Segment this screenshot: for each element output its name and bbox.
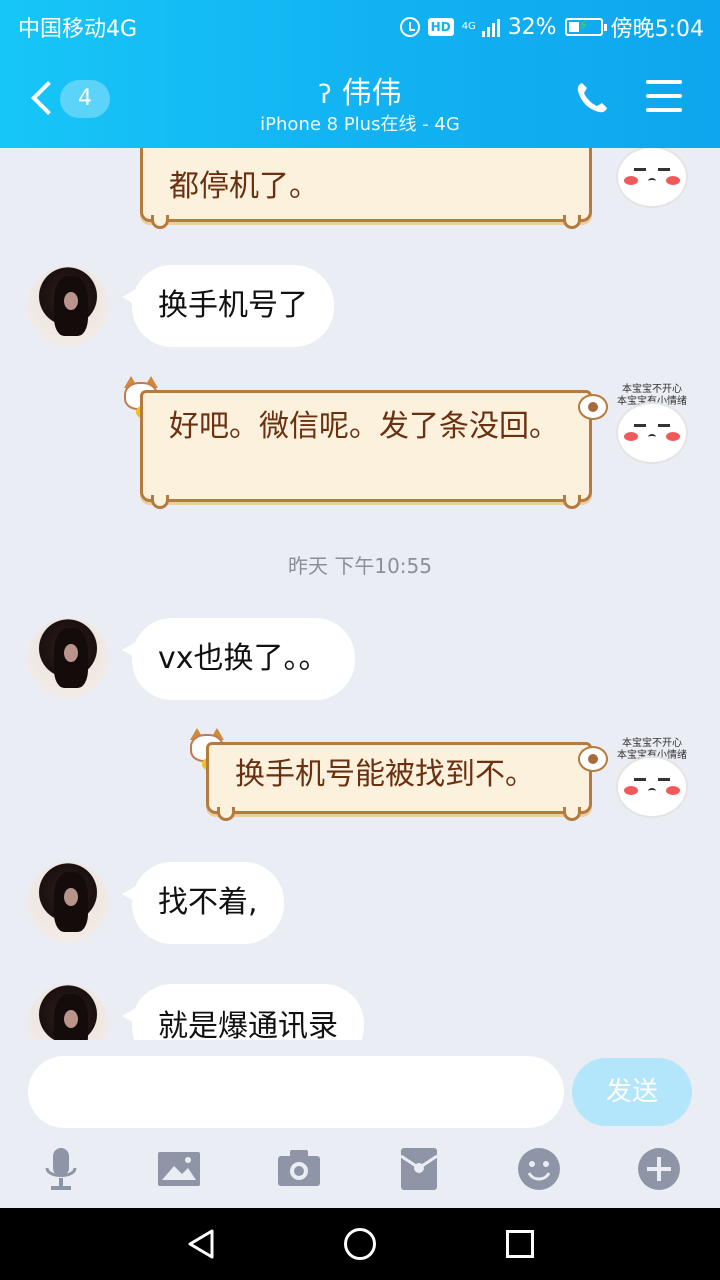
- ear-icon: ʔ: [318, 80, 332, 110]
- top-bar: 中国移动4G HD 4G 32% ⚡ 傍晚5:04 4 ʔ 伟伟 iPhone 8…: [0, 0, 720, 148]
- chat-list[interactable]: 都停机了。 换手机号了 好吧。微信呢。发了条没回。 本宝宝不开心本宝宝有小情绪 …: [0, 148, 720, 1040]
- message-text: 好吧。微信呢。发了条没回。: [169, 409, 559, 444]
- nav-back-icon[interactable]: [186, 1228, 216, 1260]
- send-button[interactable]: 发送: [572, 1058, 692, 1126]
- contact-name: 伟伟: [341, 76, 402, 111]
- signal-icon: [481, 17, 500, 37]
- hd-icon: HD: [427, 18, 454, 36]
- message-text: 换手机号能被找到不。: [235, 757, 535, 792]
- message-timestamp: 昨天 下午10:55: [288, 554, 432, 578]
- input-bar: 发送: [0, 1040, 720, 1208]
- status-bar: 中国移动4G HD 4G 32% ⚡ 傍晚5:04: [0, 0, 720, 50]
- nav-home-icon[interactable]: [344, 1228, 376, 1260]
- contact-title[interactable]: ʔ 伟伟: [0, 68, 720, 112]
- message-bubble-received[interactable]: vx也换了。。: [122, 618, 355, 700]
- clock-time: 傍晚5:04: [610, 17, 704, 42]
- status-icons: HD 4G 32% ⚡ 傍晚5:04: [399, 11, 704, 43]
- scroll-tag-icon: [578, 746, 608, 772]
- chat-header: 4 ʔ 伟伟 iPhone 8 Plus在线 - 4G: [0, 50, 720, 148]
- message-bubble-received[interactable]: 就是爆通讯录: [122, 984, 364, 1040]
- alarm-icon: [399, 17, 420, 37]
- battery-percent: 32%: [507, 14, 557, 40]
- avatar-contact[interactable]: [28, 618, 108, 698]
- camera-icon[interactable]: [276, 1146, 322, 1192]
- message-text: 就是爆通讯录: [158, 1009, 338, 1040]
- avatar-me-sticker[interactable]: [610, 148, 694, 212]
- red-packet-icon[interactable]: [396, 1146, 442, 1192]
- battery-icon: ⚡: [564, 18, 607, 36]
- plus-icon[interactable]: [636, 1146, 682, 1192]
- system-nav-bar: [0, 1208, 720, 1280]
- message-text: vx也换了。。: [158, 641, 329, 676]
- microphone-icon[interactable]: [38, 1146, 84, 1192]
- message-bubble-received[interactable]: 找不着,: [122, 862, 284, 944]
- avatar-me-sticker[interactable]: 本宝宝不开心本宝宝有小情绪: [610, 738, 694, 822]
- menu-icon[interactable]: [646, 80, 682, 114]
- network-type-icon: 4G: [461, 21, 476, 32]
- avatar-contact[interactable]: [28, 266, 108, 346]
- emoji-icon[interactable]: [516, 1146, 562, 1192]
- avatar-me-sticker[interactable]: 本宝宝不开心本宝宝有小情绪: [610, 384, 694, 468]
- scroll-tag-icon: [578, 394, 608, 420]
- message-text: 换手机号了: [158, 288, 308, 323]
- online-status: iPhone 8 Plus在线 - 4G: [260, 114, 460, 135]
- message-bubble-sent[interactable]: 换手机号能被找到不。: [206, 742, 592, 821]
- avatar-contact[interactable]: [28, 984, 108, 1040]
- avatar-contact[interactable]: [28, 862, 108, 942]
- phone-call-icon[interactable]: [574, 80, 610, 116]
- nav-recents-icon[interactable]: [506, 1230, 534, 1258]
- sticker-caption-1: 本宝宝不开心: [622, 384, 682, 395]
- carrier-label: 中国移动4G: [18, 17, 138, 42]
- message-text: 都停机了。: [169, 169, 319, 204]
- message-bubble-sent[interactable]: 都停机了。: [140, 148, 592, 229]
- message-bubble-sent[interactable]: 好吧。微信呢。发了条没回。: [140, 390, 592, 509]
- input-toolbar: [0, 1146, 720, 1196]
- sticker-caption-1: 本宝宝不开心: [622, 738, 682, 749]
- message-bubble-received[interactable]: 换手机号了: [122, 265, 334, 347]
- image-icon[interactable]: [156, 1146, 202, 1192]
- message-text: 找不着,: [158, 885, 258, 920]
- message-input[interactable]: [28, 1056, 564, 1128]
